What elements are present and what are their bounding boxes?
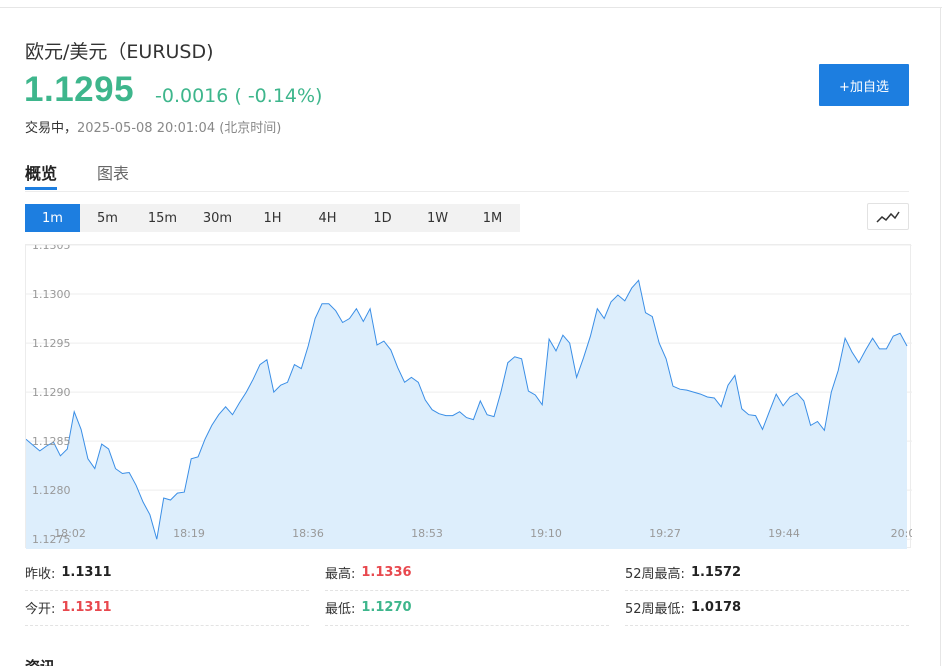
status-label: 交易中， bbox=[25, 121, 78, 136]
stat-prev-close: 昨收: 1.1311 bbox=[25, 555, 309, 591]
price-change: -0.0016 ( -0.14%) bbox=[155, 85, 323, 107]
current-price: 1.1295 bbox=[24, 70, 135, 109]
period-15m[interactable]: 15m bbox=[135, 204, 190, 232]
stat-value: 1.1572 bbox=[690, 565, 742, 580]
stat-label: 今开: bbox=[25, 602, 56, 617]
x-tick-label: 20:0 bbox=[891, 527, 912, 540]
period-1m[interactable]: 1m bbox=[25, 204, 80, 232]
period-30m[interactable]: 30m bbox=[190, 204, 245, 232]
top-divider bbox=[0, 7, 942, 8]
period-5m[interactable]: 5m bbox=[80, 204, 135, 232]
y-tick-label: 1.1280 bbox=[32, 484, 71, 497]
period-1mo[interactable]: 1M bbox=[465, 204, 520, 232]
stat-value: 1.1311 bbox=[61, 565, 112, 580]
stat-value: 1.1311 bbox=[61, 600, 112, 615]
stat-value: 1.0178 bbox=[690, 600, 742, 615]
active-tab-indicator bbox=[25, 187, 57, 190]
stat-label: 52周最高: bbox=[625, 567, 685, 582]
line-chart-icon bbox=[876, 211, 900, 223]
page-title: 欧元/美元（EURUSD) bbox=[25, 41, 214, 63]
stat-value: 1.1336 bbox=[361, 565, 412, 580]
y-tick-label: 1.1290 bbox=[32, 386, 71, 399]
trade-status: 交易中，2025-05-08 20:01:04 (北京时间) bbox=[25, 117, 281, 136]
x-tick-label: 19:44 bbox=[768, 527, 800, 540]
period-4h[interactable]: 4H bbox=[300, 204, 355, 232]
stat-label: 昨收: bbox=[25, 567, 56, 582]
period-1w[interactable]: 1W bbox=[410, 204, 465, 232]
stat-high: 最高: 1.1336 bbox=[325, 555, 609, 591]
stat-label: 最高: bbox=[325, 567, 356, 582]
period-1d[interactable]: 1D bbox=[355, 204, 410, 232]
x-tick-label: 18:02 bbox=[54, 527, 86, 540]
add-to-watchlist-button[interactable]: +加自选 bbox=[819, 64, 909, 106]
stat-open: 今开: 1.1311 bbox=[25, 590, 309, 626]
price-chart[interactable]: 1.1305 1.1300 1.1295 1.1290 1.1285 1.1280 1.12… bbox=[25, 244, 912, 549]
y-tick-label: 1.1285 bbox=[32, 435, 71, 448]
stat-label: 52周最低: bbox=[625, 602, 685, 617]
y-tick-label: 1.1295 bbox=[32, 337, 71, 350]
period-selector: 1m 5m 15m 30m 1H 4H 1D 1W 1M bbox=[25, 204, 520, 232]
x-tick-label: 18:36 bbox=[292, 527, 324, 540]
stat-52w-low: 52周最低: 1.0178 bbox=[625, 590, 909, 626]
news-section-title: 资讯 bbox=[25, 656, 55, 666]
y-tick-label: 1.1300 bbox=[32, 288, 71, 301]
x-tick-label: 19:27 bbox=[649, 527, 681, 540]
chart-type-button[interactable] bbox=[867, 203, 909, 230]
stat-low: 最低: 1.1270 bbox=[325, 590, 609, 626]
x-tick-label: 18:53 bbox=[411, 527, 443, 540]
stat-label: 最低: bbox=[325, 602, 356, 617]
tab-chart[interactable]: 图表 bbox=[97, 160, 129, 184]
right-divider bbox=[940, 7, 941, 666]
y-tick-label: 1.1305 bbox=[32, 245, 71, 252]
price-area bbox=[26, 280, 907, 549]
period-1h[interactable]: 1H bbox=[245, 204, 300, 232]
x-tick-label: 18:19 bbox=[173, 527, 205, 540]
x-tick-label: 19:10 bbox=[530, 527, 562, 540]
stat-52w-high: 52周最高: 1.1572 bbox=[625, 555, 909, 591]
price-chart-svg: 1.13051.13001.12951.12901.12851.12801.12… bbox=[26, 245, 912, 549]
tab-overview[interactable]: 概览 bbox=[25, 160, 57, 184]
timestamp: 2025-05-08 20:01:04 (北京时间) bbox=[77, 121, 282, 136]
stat-value: 1.1270 bbox=[361, 600, 412, 615]
tab-bar: 概览 图表 bbox=[25, 158, 909, 192]
